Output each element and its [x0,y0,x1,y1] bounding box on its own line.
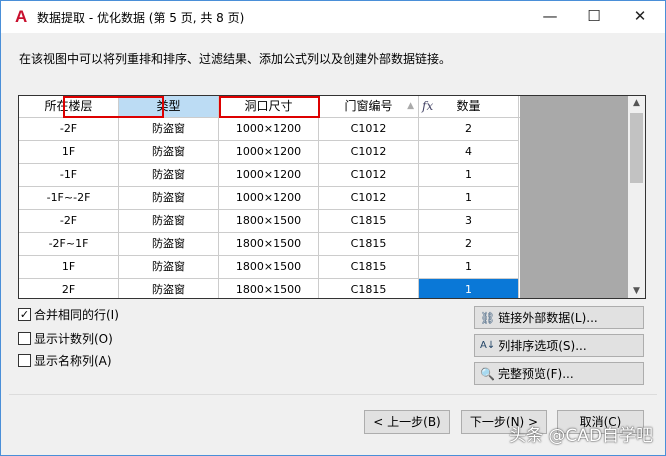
table-row[interactable]: 2F 防盗窗 1800×1500 C1815 1 [19,279,520,298]
scroll-up-icon[interactable]: ▲ [628,98,645,108]
table-cell[interactable]: -2F [19,118,119,141]
maximize-button[interactable]: ☐ [571,1,617,33]
table-row[interactable]: 1F 防盗窗 1800×1500 C1815 1 [19,256,520,279]
table-row[interactable]: -2F 防盗窗 1000×1200 C1012 2 [19,118,520,141]
table-cell[interactable]: 1000×1200 [219,164,319,187]
checkbox-icon[interactable] [18,354,31,367]
column-header-quantity[interactable]: fx 数量 [419,96,519,117]
table-cell[interactable]: 1 [419,256,519,279]
table-cell[interactable]: 1000×1200 [219,141,319,164]
table-cell[interactable]: 3 [419,210,519,233]
table-row[interactable]: -1F~-2F 防盗窗 1000×1200 C1012 1 [19,187,520,210]
table-cell[interactable]: 1800×1500 [219,233,319,256]
show-count-checkbox[interactable]: 显示计数列(O) [18,330,113,347]
button-label: 列排序选项(S)... [498,339,587,353]
checkbox-checked-icon[interactable]: ✓ [18,308,31,321]
checkbox-label: 显示计数列(O) [34,332,113,346]
table-cell[interactable]: C1815 [319,233,419,256]
link-icon: ⛓ [480,310,496,325]
data-grid: 所在楼层 类型 洞口尺寸 门窗编号 ▲ fx 数量 -2F 防盗窗 1000×1200 C… [18,95,646,299]
button-label: 完整预览(F)... [497,367,574,381]
table-cell[interactable]: -1F~-2F [19,187,119,210]
table-cell[interactable]: 2 [419,118,519,141]
table-row[interactable]: -1F 防盗窗 1000×1200 C1012 1 [19,164,520,187]
column-header-floor[interactable]: 所在楼层 [19,96,119,117]
merge-rows-checkbox[interactable]: ✓ 合并相同的行(I) [18,306,119,323]
table-cell[interactable]: 防盗窗 [119,233,219,256]
minimize-button[interactable]: — [527,1,573,33]
table-cell[interactable]: 1 [419,187,519,210]
table-cell[interactable]: C1012 [319,187,419,210]
checkbox-label: 合并相同的行(I) [34,308,119,322]
table-cell[interactable]: C1815 [319,256,419,279]
table-cell[interactable]: 1F [19,256,119,279]
grid-header: 所在楼层 类型 洞口尺寸 门窗编号 ▲ fx 数量 [19,96,520,118]
preview-magnifier-icon: 🔍 [480,366,495,381]
table-cell[interactable]: -2F~1F [19,233,119,256]
column-header-label: 门窗编号 [344,99,393,113]
table-cell[interactable]: 防盗窗 [119,187,219,210]
scrollbar-thumb[interactable] [630,113,643,183]
full-preview-button[interactable]: 🔍 完整预览(F)... [474,362,644,385]
sort-ascending-icon: ▲ [407,101,414,111]
link-external-data-button[interactable]: ⛓ 链接外部数据(L)... [474,306,644,329]
dialog-window: A 数据提取 - 优化数据 (第 5 页, 共 8 页) — ☐ ✕ 在该视图中… [0,0,666,456]
table-cell[interactable]: 防盗窗 [119,210,219,233]
table-cell[interactable]: 防盗窗 [119,256,219,279]
back-button[interactable]: < 上一步(B) [364,410,450,434]
table-cell[interactable]: C1815 [319,279,419,298]
column-header-window-id[interactable]: 门窗编号 ▲ [319,96,419,117]
column-header-type[interactable]: 类型 [119,96,219,117]
table-cell[interactable]: 1800×1500 [219,256,319,279]
title-bar: A 数据提取 - 优化数据 (第 5 页, 共 8 页) — ☐ ✕ [1,1,665,33]
column-header-opening-size[interactable]: 洞口尺寸 [219,96,319,117]
column-header-label: 数量 [456,99,481,113]
table-cell[interactable]: C1815 [319,210,419,233]
table-cell[interactable]: 4 [419,141,519,164]
checkbox-icon[interactable] [18,332,31,345]
table-row[interactable]: 1F 防盗窗 1000×1200 C1012 4 [19,141,520,164]
scroll-down-icon[interactable]: ▼ [628,286,645,296]
table-cell[interactable]: -2F [19,210,119,233]
description-text: 在该视图中可以将列重排和排序、过滤结果、添加公式列以及创建外部数据链接。 [19,52,452,66]
table-cell[interactable]: 2 [419,233,519,256]
table-cell[interactable]: 1 [419,164,519,187]
column-sort-options-button[interactable]: A↓ 列排序选项(S)... [474,334,644,357]
table-cell[interactable]: 2F [19,279,119,298]
table-cell[interactable]: 1000×1200 [219,118,319,141]
autocad-logo-icon: A [15,7,28,26]
formula-icon: fx [422,99,434,113]
table-cell[interactable]: C1012 [319,118,419,141]
show-name-checkbox[interactable]: 显示名称列(A) [18,352,112,369]
sort-az-icon: A↓ [480,340,496,351]
window-title: 数据提取 - 优化数据 (第 5 页, 共 8 页) [37,11,245,25]
table-cell[interactable]: 防盗窗 [119,141,219,164]
table-row[interactable]: -2F 防盗窗 1800×1500 C1815 3 [19,210,520,233]
table-cell[interactable]: 防盗窗 [119,118,219,141]
table-cell[interactable]: 1800×1500 [219,279,319,298]
checkbox-label: 显示名称列(A) [34,354,112,368]
table-cell[interactable]: 防盗窗 [119,279,219,298]
table-cell[interactable]: 1000×1200 [219,187,319,210]
table-cell[interactable]: C1012 [319,164,419,187]
close-button[interactable]: ✕ [617,1,663,33]
table-cell[interactable]: 1800×1500 [219,210,319,233]
divider [9,394,657,395]
table-cell[interactable]: 1F [19,141,119,164]
watermark: 头条 @CAD自学吧 [509,426,653,446]
table-cell[interactable]: 防盗窗 [119,164,219,187]
table-cell[interactable]: -1F [19,164,119,187]
table-row[interactable]: -2F~1F 防盗窗 1800×1500 C1815 2 [19,233,520,256]
table-cell[interactable]: 1 [419,279,519,298]
table-cell[interactable]: C1012 [319,141,419,164]
vertical-scrollbar[interactable]: ▲ ▼ [628,96,645,298]
button-label: 链接外部数据(L)... [498,311,598,325]
